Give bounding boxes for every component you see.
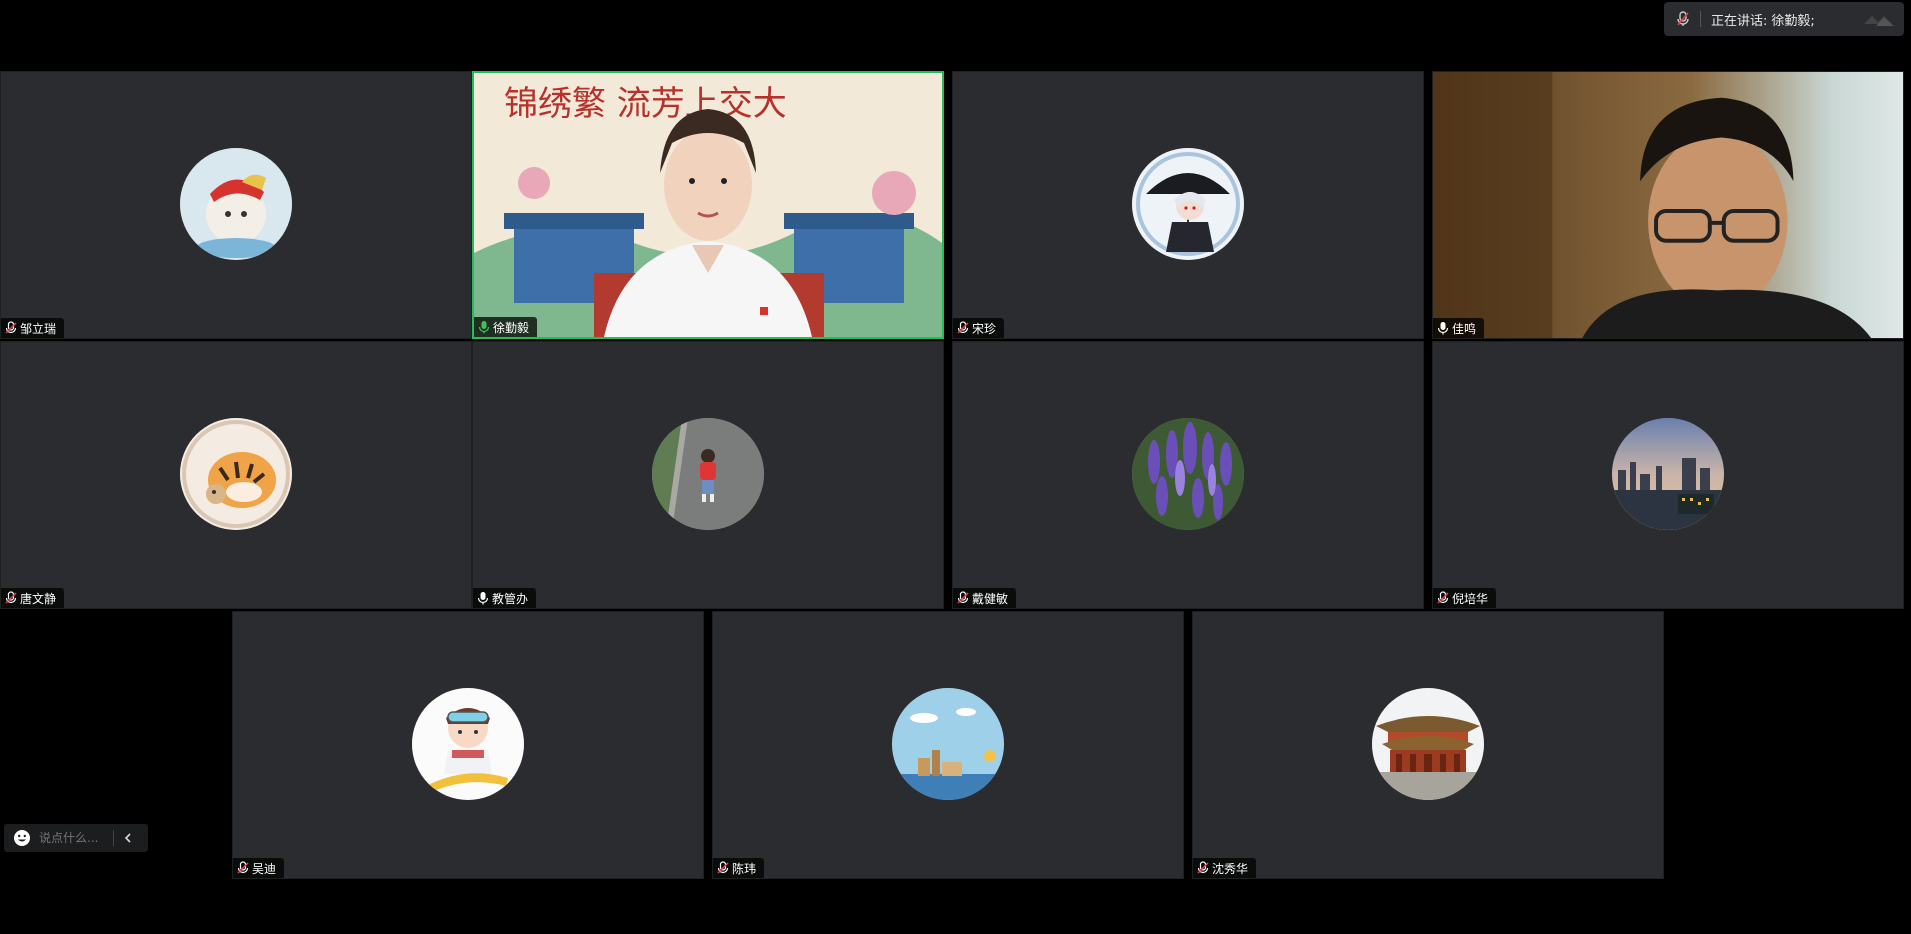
speaking-indicator: 正在讲话: 徐勤毅; [1664, 2, 1904, 36]
participant-tile-10[interactable]: 陈玮 [712, 611, 1184, 879]
palace-avatar [1372, 688, 1484, 800]
participant-name: 戴健敏 [972, 591, 1009, 606]
participant-name-tag: 戴健敏 [953, 588, 1017, 608]
muted-mic-icon [717, 861, 729, 875]
tiger-avatar [180, 418, 292, 530]
participant-tile-5[interactable]: 唐文静 [0, 341, 472, 609]
presenter-video: 锦绣繁 流芳上交大 [474, 73, 942, 337]
participant-name-tag: 吴迪 [233, 858, 285, 878]
muted-mic-icon [1437, 591, 1449, 605]
divider [1700, 11, 1701, 27]
participant-tile-2-active-speaker[interactable]: 锦绣繁 流芳上交大 徐勤毅 [472, 71, 944, 339]
muted-mic-icon [5, 321, 17, 335]
speaking-names: 徐勤毅; [1771, 13, 1815, 29]
participant-name: 教管办 [492, 591, 529, 606]
chat-input[interactable] [39, 831, 109, 845]
participant-name: 陈玮 [732, 861, 757, 876]
participant-tile-7[interactable]: 戴健敏 [952, 341, 1424, 609]
participant-name-tag: 邹立瑞 [1, 318, 65, 338]
participant-name: 佳鸣 [1452, 321, 1477, 336]
participant-name: 倪培华 [1452, 591, 1489, 606]
participant-name-tag: 倪培华 [1433, 588, 1497, 608]
speaking-label: 正在讲话: [1711, 13, 1768, 29]
participant-name: 唐文静 [20, 591, 57, 606]
participant-name-tag: 沈秀华 [1193, 858, 1257, 878]
lavender-avatar [1132, 418, 1244, 530]
muted-mic-icon [5, 591, 17, 605]
muted-mic-icon [957, 321, 969, 335]
participant-name-tag: 徐勤毅 [474, 317, 538, 337]
participant-name: 宋珍 [972, 321, 997, 336]
participant-name: 吴迪 [252, 861, 277, 876]
collapse-icon[interactable] [1862, 10, 1896, 28]
participant-name-tag: 唐文静 [1, 588, 65, 608]
chat-bar [4, 824, 148, 852]
anime-umbrella-avatar [1132, 148, 1244, 260]
participant-name-tag: 佳鸣 [1433, 318, 1485, 338]
mic-icon [1437, 321, 1449, 335]
participant-tile-9[interactable]: 吴迪 [232, 611, 704, 879]
svg-text:锦绣繁 流芳上交大: 锦绣繁 流芳上交大 [504, 84, 787, 124]
muted-mic-icon [957, 591, 969, 605]
child-road-avatar [652, 418, 764, 530]
participant-name: 沈秀华 [1212, 861, 1249, 876]
participant-tile-4[interactable]: 佳鸣 [1432, 71, 1904, 339]
participant-name-tag: 陈玮 [713, 858, 765, 878]
participant-tile-11[interactable]: 沈秀华 [1192, 611, 1664, 879]
muted-mic-icon [237, 861, 249, 875]
chevron-left-icon[interactable] [120, 830, 136, 846]
participant-tile-1[interactable]: 邹立瑞 [0, 71, 472, 339]
participant-name: 邹立瑞 [20, 321, 57, 336]
participant-tile-8[interactable]: 倪培华 [1432, 341, 1904, 609]
participant-name: 徐勤毅 [493, 320, 530, 335]
participant-tile-6[interactable]: 教管办 [472, 341, 944, 609]
sea-scene-avatar [892, 688, 1004, 800]
muted-mic-icon [1674, 10, 1692, 28]
participant-name-tag: 宋珍 [953, 318, 1005, 338]
divider [113, 830, 114, 846]
active-mic-icon [478, 320, 490, 334]
emoji-icon[interactable] [13, 829, 31, 847]
participant-name-tag: 教管办 [473, 588, 537, 608]
snowboard-kid-avatar [412, 688, 524, 800]
man-glasses-video [1433, 72, 1903, 338]
city-skyline-avatar [1612, 418, 1724, 530]
participant-tile-3[interactable]: 宋珍 [952, 71, 1424, 339]
hamster-hat-avatar [180, 148, 292, 260]
muted-mic-icon [1197, 861, 1209, 875]
mic-icon [477, 591, 489, 605]
